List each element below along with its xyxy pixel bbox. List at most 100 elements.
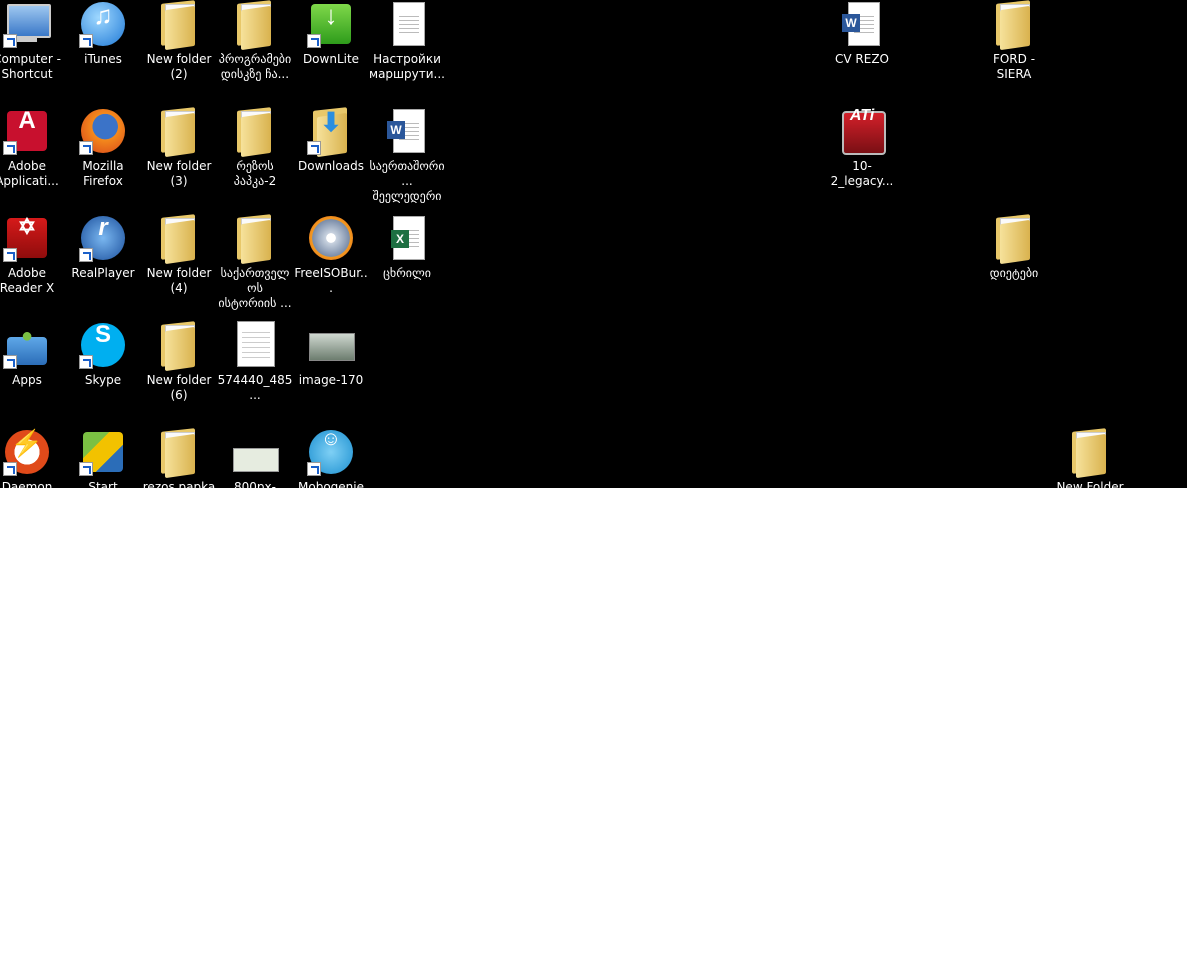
- folder-icon: [155, 0, 203, 51]
- desktop-icon-label-line: პროგრამები: [218, 52, 292, 66]
- folder-icon: [155, 321, 203, 372]
- shortcut-arrow-icon: [307, 141, 321, 155]
- desktop-icon-item[interactable]: A Adobe Applicati...: [0, 107, 65, 189]
- desktop-icon-item[interactable]: New folder (6): [141, 321, 217, 403]
- desktop-icon-label: Daemon: [0, 480, 65, 488]
- desktop-icon-label-line: (3): [170, 174, 188, 188]
- desktop-icon-item[interactable]: დიეტები: [976, 214, 1052, 281]
- desktop-icon-item[interactable]: Wსაერთაშორი... შეელედერი: [369, 107, 445, 204]
- desktop-icon-item[interactable]: ATi 10-2_legacy...: [824, 107, 900, 189]
- desktop-icon-label: 10-2_legacy...: [824, 159, 900, 189]
- desktop-icon-label-line: 574440_485...: [217, 373, 293, 402]
- shortcut-arrow-icon: [307, 34, 321, 48]
- desktop-icon-label-line: New folder: [146, 52, 212, 66]
- desktop-icon-label-line: New folder: [146, 266, 212, 280]
- desktop-icon-item[interactable]: r RealPlayer: [65, 214, 141, 281]
- desktop-icon-item[interactable]: ♫ iTunes: [65, 0, 141, 67]
- desktop-icon-label-line: Downloads: [298, 159, 364, 173]
- downlite-icon: ↓: [307, 0, 355, 48]
- desktop-icon-item[interactable]: ⬇ Downloads: [293, 107, 369, 174]
- desktop-icon-label-line: 10-2_legacy...: [830, 159, 894, 188]
- folder-icon: [231, 0, 279, 51]
- desktop-icon-label-line: Applicati...: [0, 174, 59, 188]
- desktop-icon-label: New folder (6): [141, 373, 217, 403]
- daemon-tools-icon: ⚡: [3, 428, 51, 476]
- shortcut-arrow-icon: [79, 355, 93, 369]
- skype-icon: S: [79, 321, 127, 369]
- desktop-icon-label: ცხრილი: [369, 266, 445, 281]
- desktop-icon-item[interactable]: Computer -Shortcut: [0, 0, 65, 82]
- desktop-icon-item[interactable]: ⚡ Daemon: [0, 428, 65, 488]
- desktop-icon-label: rezos papka: [141, 480, 217, 488]
- desktop-icon-label-line: (4): [170, 281, 188, 295]
- desktop-icon-label-line: маршрути...: [369, 67, 445, 81]
- desktop-icon-item[interactable]: 574440_485...: [217, 321, 293, 403]
- desktop-icon-item[interactable]: S Skype: [65, 321, 141, 388]
- desktop-icon-label-line: რეზოს პაპკა-2: [233, 159, 277, 188]
- desktop-icon-item[interactable]: Start: [65, 428, 141, 488]
- shortcut-arrow-icon: [79, 248, 93, 262]
- desktop-icon-item[interactable]: ☺ Mobogenie: [293, 428, 369, 488]
- desktop-icon-label-line: FreeISOBur...: [294, 266, 368, 295]
- desktop-icon-item[interactable]: New folder (3): [141, 107, 217, 189]
- excel-document-icon: X: [383, 214, 431, 262]
- desktop-icon-label: New folder (3): [141, 159, 217, 189]
- folder-icon: [155, 428, 203, 479]
- map-image-icon: [231, 428, 279, 476]
- shortcut-arrow-icon: [79, 462, 93, 476]
- desktop-icon-label: Adobe Applicati...: [0, 159, 65, 189]
- desktop-icon-item[interactable]: FORD - SIERA: [976, 0, 1052, 82]
- desktop-icon-item[interactable]: 800px-Guri...: [217, 428, 293, 488]
- desktop-icon-label-line: Daemon: [1, 480, 53, 488]
- desktop-icon-label: 574440_485...: [217, 373, 293, 403]
- desktop-icon-item[interactable]: Настройки маршрути...: [369, 0, 445, 82]
- desktop-icon-label: პროგრამები დისკზე ჩა...: [217, 52, 293, 82]
- desktop-icon-item[interactable]: Xცხრილი: [369, 214, 445, 281]
- desktop-icon-item[interactable]: Mozilla Firefox: [65, 107, 141, 189]
- downloads-folder-icon: ⬇: [307, 107, 355, 158]
- shortcut-arrow-icon: [3, 248, 17, 262]
- desktop-icon-label-line: ისტორიის ...: [218, 296, 292, 310]
- desktop-icon-label: საერთაშორი... შეელედერი: [369, 159, 445, 204]
- desktop-icon-label: Mobogenie: [293, 480, 369, 488]
- desktop-icon-item[interactable]: რეზოს პაპკა-2: [217, 107, 293, 189]
- desktop-icon-label: Mozilla Firefox: [65, 159, 141, 189]
- desktop-icon-label: New folder (2): [141, 52, 217, 82]
- desktop-icon-label-line: DownLite: [302, 52, 360, 66]
- adobe-icon: A: [3, 107, 51, 155]
- freeisoburner-icon: [307, 214, 355, 262]
- desktop-icon-item[interactable]: ✡ Adobe Reader X: [0, 214, 65, 296]
- ati-installer-icon: ATi: [838, 107, 886, 155]
- realplayer-icon: r: [79, 214, 127, 262]
- desktop-icon-label-line: iTunes: [84, 52, 122, 66]
- desktop-icon-label-line: rezos papka: [142, 480, 216, 488]
- desktop-icon-item[interactable]: W CV REZO: [824, 0, 900, 67]
- desktop[interactable]: Computer -Shortcut♫iTunesNew folder(2)პრ…: [0, 0, 1187, 488]
- desktop-icon-item[interactable]: New Folder: [1052, 428, 1128, 488]
- photo-icon: [307, 321, 355, 369]
- desktop-icon-item[interactable]: საქართველოს ისტორიის ...: [217, 214, 293, 311]
- desktop-icon-item[interactable]: ● Apps: [0, 321, 65, 388]
- desktop-icon-item[interactable]: ↓ DownLite: [293, 0, 369, 67]
- folder-icon: [231, 214, 279, 265]
- desktop-icon-label: Downloads: [293, 159, 369, 174]
- desktop-icon-item[interactable]: image-170: [293, 321, 369, 388]
- desktop-icon-item[interactable]: New folder (4): [141, 214, 217, 296]
- desktop-icon-label-line: საერთაშორი...: [369, 159, 445, 188]
- shortcut-arrow-icon: [3, 355, 17, 369]
- word-document-icon: W: [383, 107, 431, 155]
- shortcut-arrow-icon: [307, 462, 321, 476]
- desktop-icon-label-line: Mobogenie: [298, 480, 364, 488]
- desktop-icon-item[interactable]: პროგრამები დისკზე ჩა...: [217, 0, 293, 82]
- desktop-icon-label: 800px-Guri...: [217, 480, 293, 488]
- folder-icon: [155, 107, 203, 158]
- desktop-icon-item[interactable]: New folder (2): [141, 0, 217, 82]
- desktop-icon-label: Start: [65, 480, 141, 488]
- desktop-icon-item[interactable]: rezos papka: [141, 428, 217, 488]
- desktop-icon-item[interactable]: FreeISOBur...: [293, 214, 369, 296]
- desktop-icon-label-line: Firefox: [83, 174, 123, 188]
- bluestacks-icon: [79, 428, 127, 476]
- desktop-icon-label-line: Настройки: [373, 52, 441, 66]
- image-file-icon: [231, 321, 279, 369]
- desktop-icon-label: FORD - SIERA: [976, 52, 1052, 82]
